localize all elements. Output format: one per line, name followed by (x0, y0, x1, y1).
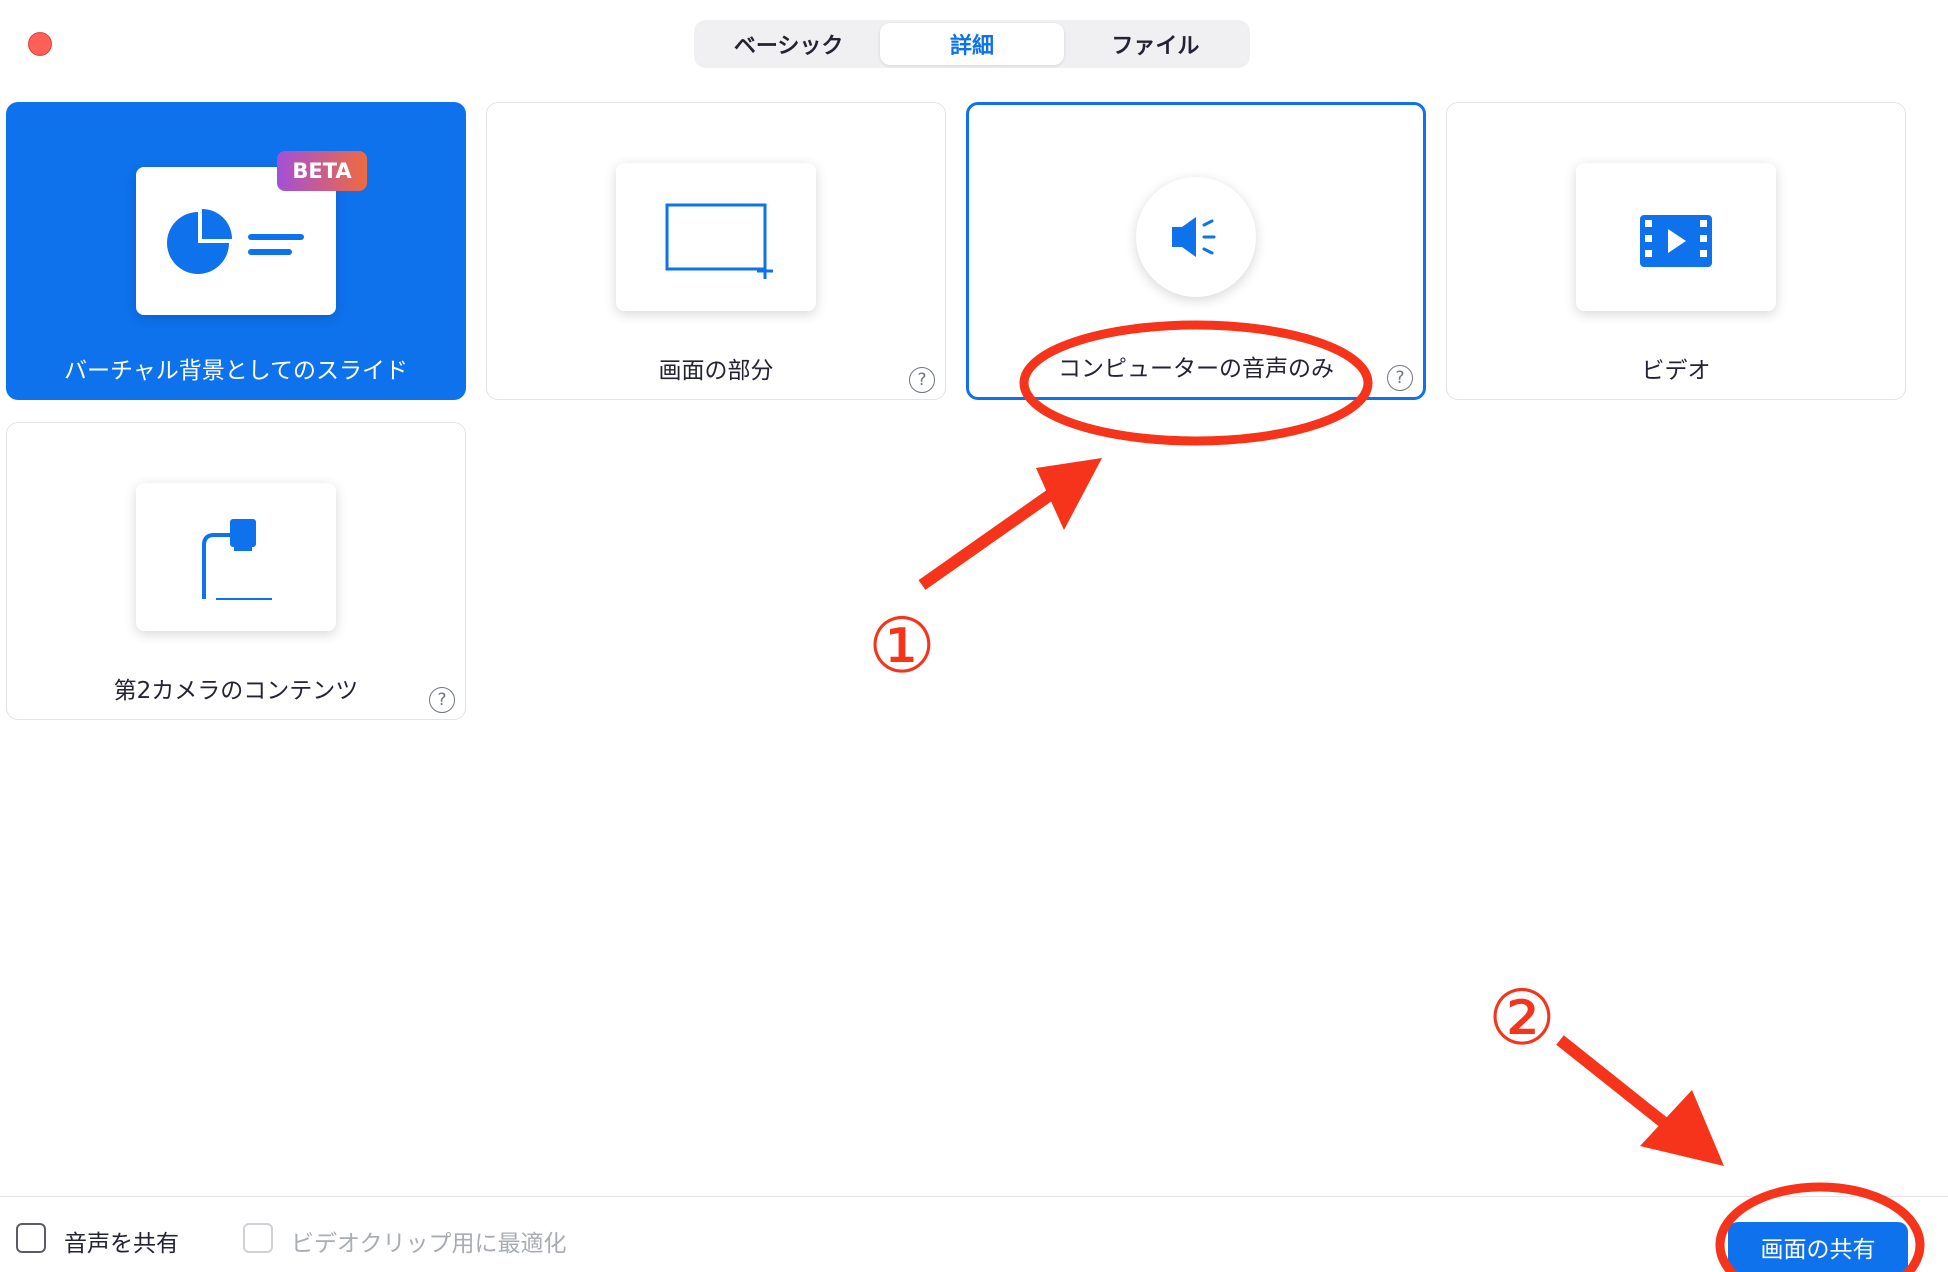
share-tabs: ベーシック 詳細 ファイル (694, 20, 1250, 68)
option-computer-sound-only[interactable]: コンピューターの音声のみ ? (966, 102, 1426, 400)
speaker-icon (1172, 217, 1216, 257)
share-audio-checkbox[interactable] (16, 1223, 46, 1253)
second-camera-thumbnail (136, 483, 336, 631)
card-label: 画面の部分 (658, 358, 774, 384)
optimize-video-checkbox[interactable] (243, 1223, 273, 1253)
card-label: コンピューターの音声のみ (1058, 356, 1334, 382)
video-film-icon (1640, 215, 1712, 267)
annotation-arrow-1 (918, 483, 1064, 590)
card-label: 第2カメラのコンテンツ (113, 678, 359, 704)
beta-badge: BETA (277, 151, 367, 191)
option-portion-of-screen[interactable]: 画面の部分 ? (486, 102, 946, 400)
help-icon[interactable]: ? (1387, 365, 1413, 391)
share-audio-label: 音声を共有 (64, 1231, 179, 1257)
help-icon[interactable]: ? (909, 367, 935, 393)
window-close-button[interactable] (28, 32, 52, 56)
share-screen-button[interactable]: 画面の共有 (1728, 1222, 1908, 1272)
annotation-marker-2: ② (1488, 973, 1556, 1062)
tab-basic[interactable]: ベーシック (697, 23, 880, 65)
option-second-camera-content[interactable]: 第2カメラのコンテンツ ? (6, 422, 466, 720)
screen-portion-icon (665, 203, 773, 279)
document-camera-icon (202, 519, 272, 600)
tab-files[interactable]: ファイル (1064, 23, 1247, 65)
annotation-marker-1: ① (868, 601, 936, 690)
option-video[interactable]: ビデオ (1446, 102, 1906, 400)
option-slides-virtual-background[interactable]: BETA バーチャル背景としてのスライド (6, 102, 466, 400)
optimize-video-label: ビデオクリップ用に最適化 (291, 1231, 567, 1257)
help-icon[interactable]: ? (429, 687, 455, 713)
speaker-thumbnail (1136, 177, 1256, 297)
video-thumbnail (1576, 163, 1776, 311)
annotation-arrow-2 (1556, 1035, 1672, 1131)
card-label: バーチャル背景としてのスライド (63, 358, 409, 384)
footer-divider (0, 1196, 1948, 1197)
screen-portion-thumbnail (616, 163, 816, 311)
tab-advanced[interactable]: 詳細 (880, 23, 1064, 65)
card-label: ビデオ (1641, 358, 1711, 384)
